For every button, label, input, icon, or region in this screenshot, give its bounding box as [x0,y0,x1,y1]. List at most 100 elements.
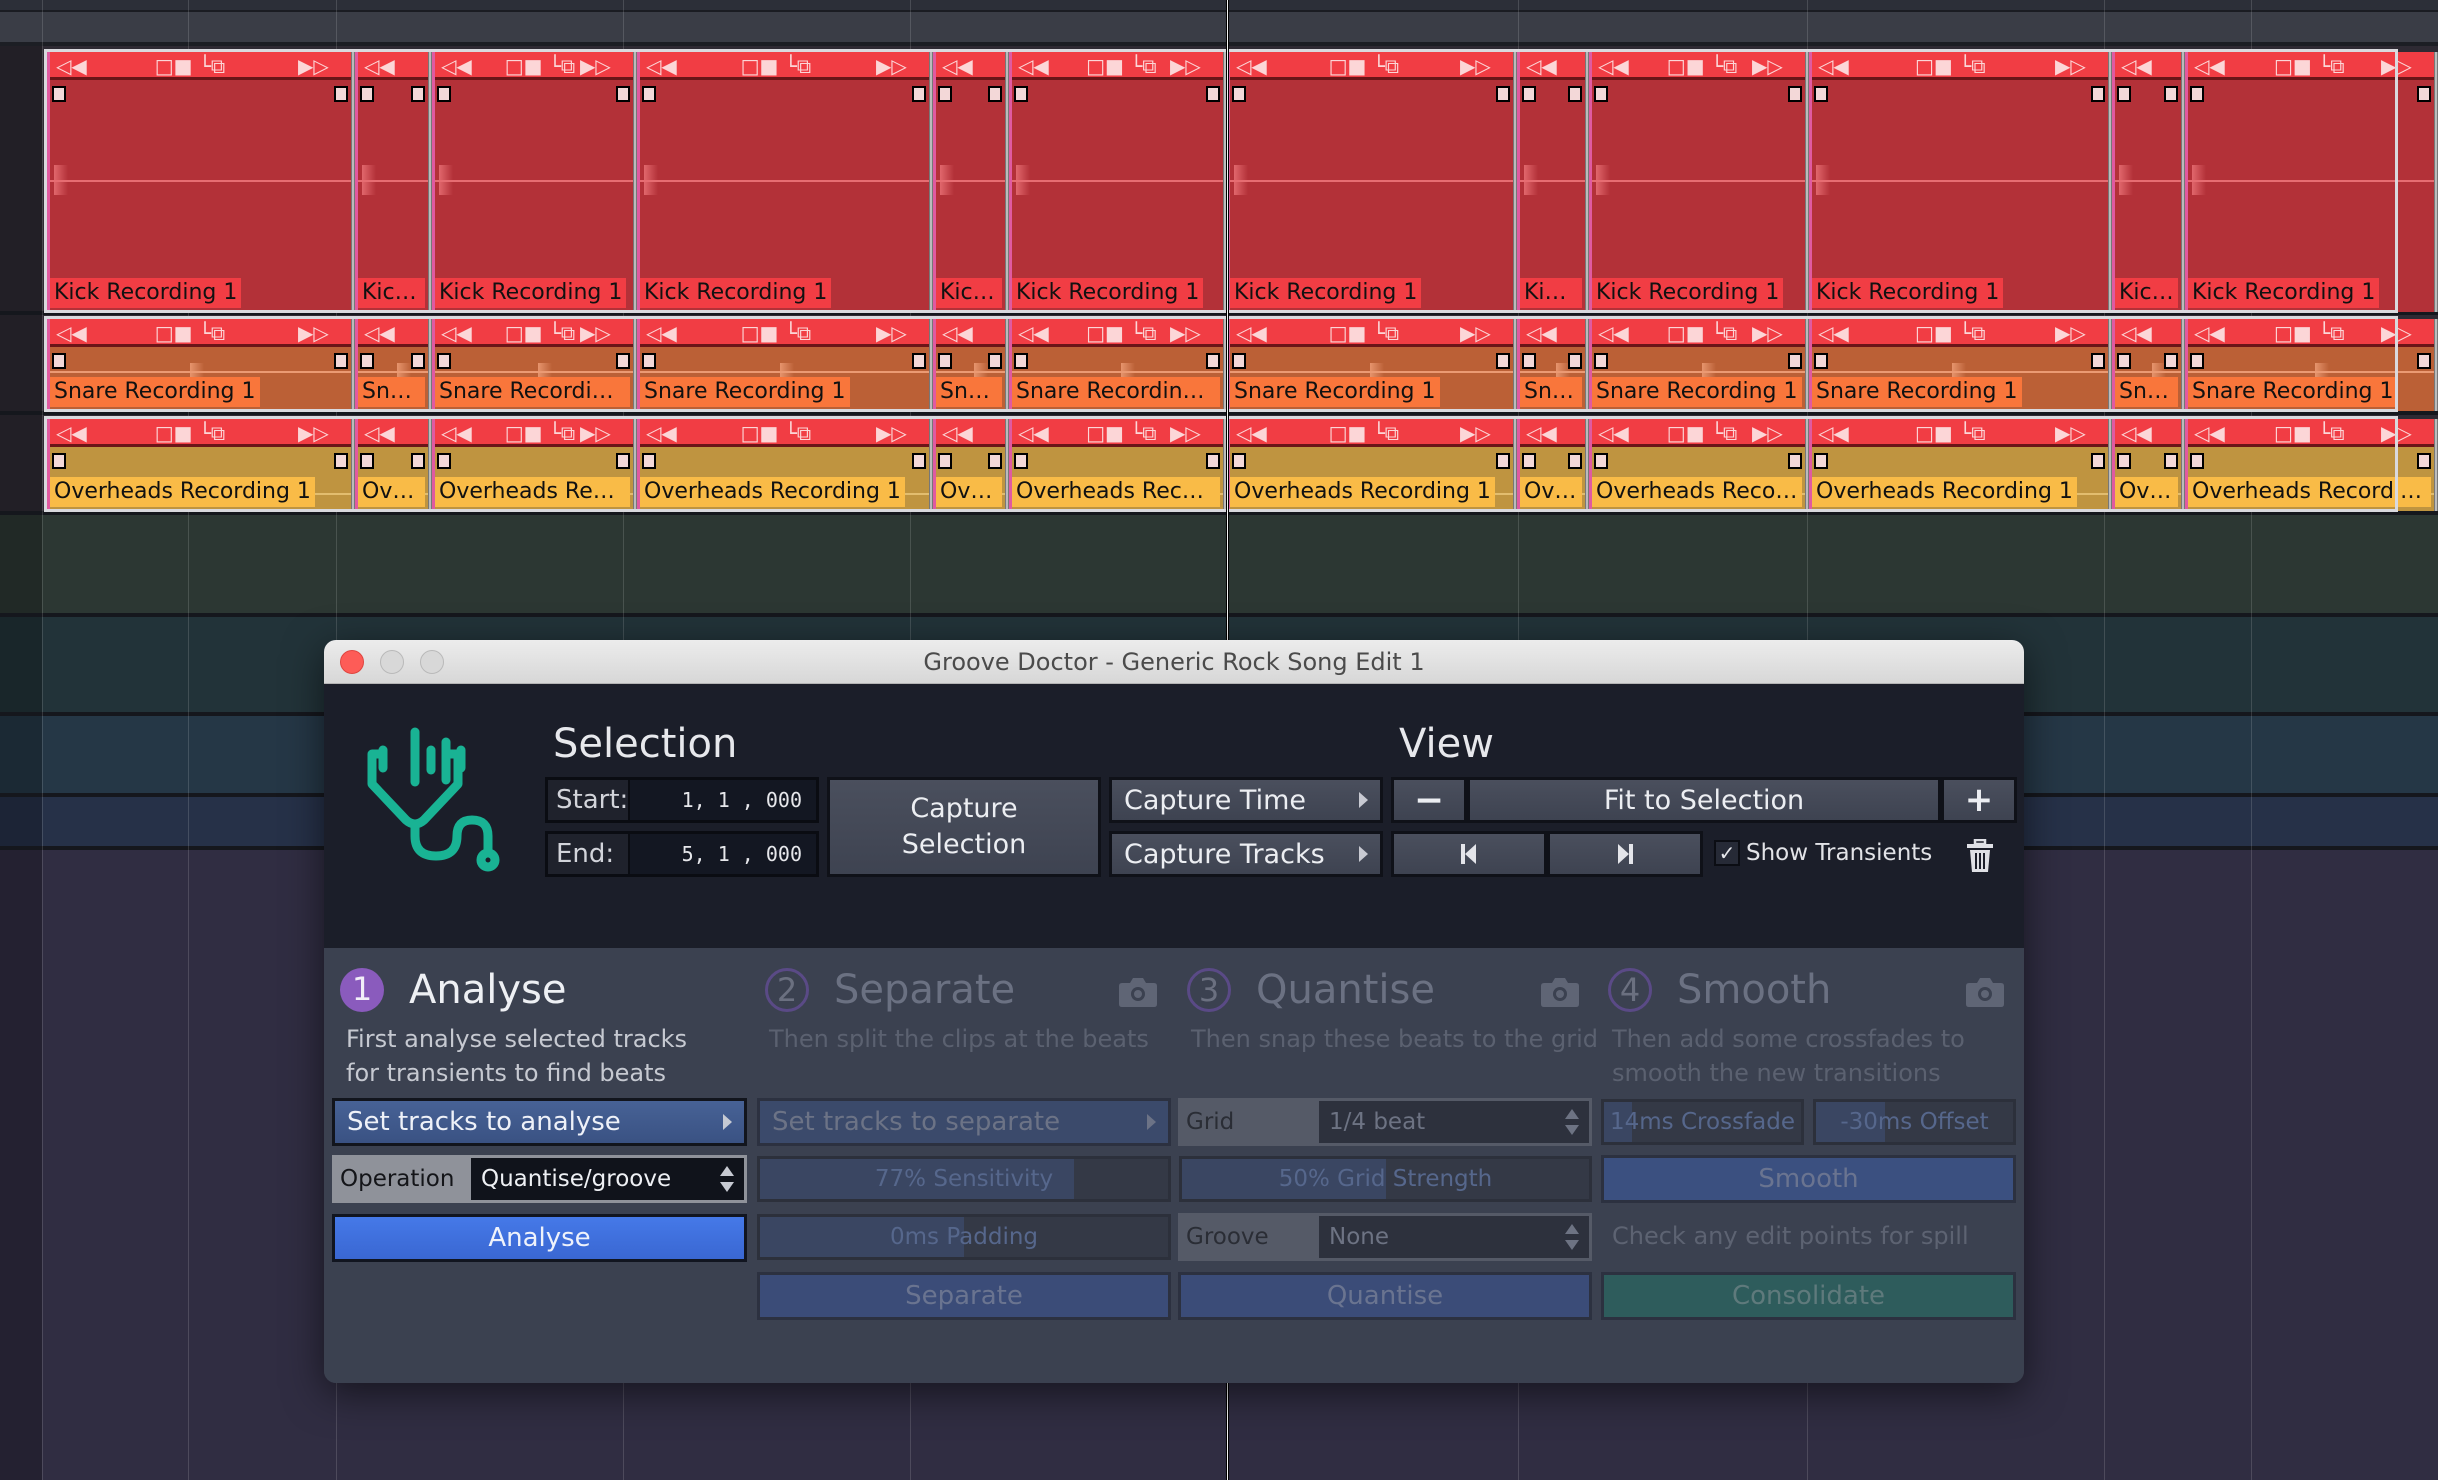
offset-slider[interactable]: -30ms Offset [1813,1099,2016,1145]
fade-in-handle[interactable] [1232,453,1246,469]
clip-tools-icon[interactable]: □■ └⧉ [1086,56,1156,76]
nudge-left-icon[interactable]: ◁◀ [1236,323,1267,343]
clip-edge[interactable] [2434,52,2438,312]
clip-overheads[interactable]: ◁◀ □■ └⧉ ▶▷ Overheads Recor... [1589,419,1809,511]
clip-tools-icon[interactable]: □■ └⧉ [505,423,575,443]
clip-overheads[interactable]: ◁◀ Ove... [1517,419,1589,511]
nudge-right-icon[interactable]: ▶▷ [1460,423,1491,443]
clip-kick[interactable]: ◁◀ □■ └⧉ ▶▷ Kick Recording 1 [637,52,933,312]
clip-snare[interactable]: ◁◀ Snar... [355,319,432,411]
fade-out-handle[interactable] [1568,86,1582,102]
fade-out-handle[interactable] [1206,86,1220,102]
fit-to-selection-button[interactable]: Fit to Selection [1467,777,1941,823]
clip-tools-icon[interactable]: □■ └⧉ [2274,56,2344,76]
nudge-left-icon[interactable]: ◁◀ [2194,423,2225,443]
fade-in-handle[interactable] [1814,86,1828,102]
fade-out-handle[interactable] [2417,86,2431,102]
clip-control-bar[interactable]: ◁◀ □■ └⧉ ▶▷ [1230,319,1517,347]
nudge-left-icon[interactable]: ◁◀ [1818,323,1849,343]
nudge-right-icon[interactable]: ▶▷ [1170,423,1201,443]
fade-in-handle[interactable] [938,86,952,102]
clip-control-bar[interactable]: ◁◀ □■ └⧉ ▶▷ [1592,319,1809,347]
clip-snare[interactable]: ◁◀ □■ └⧉ ▶▷ Snare Recording 1 [1809,319,2112,411]
fade-out-handle[interactable] [411,453,425,469]
clip-overheads[interactable]: ◁◀ □■ └⧉ ▶▷ Overheads Reco... [432,419,637,511]
fade-in-handle[interactable] [2117,86,2131,102]
timeline-ruler[interactable] [0,0,2438,46]
camera-icon[interactable] [1965,976,2005,1008]
capture-time-button[interactable]: Capture Time [1109,777,1383,823]
clip-kick[interactable]: ◁◀ Kick ... [933,52,1009,312]
clip-overheads[interactable]: ◁◀ □■ └⧉ ▶▷ Overheads Recording 1 [1227,419,1517,511]
separate-button[interactable]: Separate [757,1272,1171,1320]
clip-snare[interactable]: ◁◀ Sna... [2112,319,2185,411]
fade-out-handle[interactable] [2091,86,2105,102]
clip-control-bar[interactable]: ◁◀ □■ └⧉ ▶▷ [640,419,933,447]
clip-control-bar[interactable]: ◁◀ □■ └⧉ ▶▷ [1592,52,1809,80]
fade-in-handle[interactable] [1014,353,1028,369]
fade-in-handle[interactable] [2190,453,2204,469]
operation-select[interactable]: Quantise/groove [468,1155,747,1203]
nudge-right-icon[interactable]: ▶▷ [2055,423,2086,443]
nudge-right-icon[interactable]: ▶▷ [876,423,907,443]
nudge-left-icon[interactable]: ◁◀ [364,423,395,443]
nudge-right-icon[interactable]: ▶▷ [580,423,611,443]
fade-in-handle[interactable] [1232,86,1246,102]
fade-in-handle[interactable] [437,86,451,102]
nudge-left-icon[interactable]: ◁◀ [1598,323,1629,343]
nudge-left-icon[interactable]: ◁◀ [942,323,973,343]
fade-in-handle[interactable] [1232,353,1246,369]
fade-out-handle[interactable] [1788,453,1802,469]
track-header[interactable] [0,46,42,311]
clip-tools-icon[interactable]: □■ └⧉ [505,323,575,343]
fade-out-handle[interactable] [411,86,425,102]
fade-in-handle[interactable] [642,453,656,469]
clip-tools-icon[interactable]: □■ └⧉ [1329,423,1399,443]
clip-control-bar[interactable]: ◁◀ □■ └⧉ ▶▷ [1812,419,2112,447]
track-header[interactable] [0,415,42,511]
clip-control-bar[interactable]: ◁◀ [936,319,1009,347]
clip-control-bar[interactable]: ◁◀ □■ └⧉ ▶▷ [1812,319,2112,347]
fade-out-handle[interactable] [1568,453,1582,469]
nudge-right-icon[interactable]: ▶▷ [2381,323,2412,343]
nudge-left-icon[interactable]: ◁◀ [1526,423,1557,443]
nudge-left-icon[interactable]: ◁◀ [1018,423,1049,443]
nudge-left-icon[interactable]: ◁◀ [2121,323,2152,343]
clip-snare[interactable]: ◁◀ □■ └⧉ ▶▷ Snare Recording 1 [47,319,355,411]
operation-combo[interactable]: Operation Quantise/groove [332,1155,747,1203]
nudge-left-icon[interactable]: ◁◀ [646,56,677,76]
fade-in-handle[interactable] [360,86,374,102]
clip-tools-icon[interactable]: □■ └⧉ [1667,423,1737,443]
nudge-right-icon[interactable]: ▶▷ [580,323,611,343]
smooth-button[interactable]: Smooth [1601,1155,2016,1203]
clip-control-bar[interactable]: ◁◀ [2115,52,2185,80]
clip-overheads[interactable]: ◁◀ Ove... [355,419,432,511]
grid-select[interactable]: 1/4 beat [1316,1098,1592,1146]
clip-control-bar[interactable]: ◁◀ [936,419,1009,447]
clip-control-bar[interactable]: ◁◀ □■ └⧉ ▶▷ [1812,52,2112,80]
zoom-out-button[interactable]: − [1391,777,1467,823]
fade-in-handle[interactable] [2190,353,2204,369]
nudge-left-icon[interactable]: ◁◀ [364,323,395,343]
clip-snare[interactable]: ◁◀ Snar... [933,319,1009,411]
fade-in-handle[interactable] [1014,453,1028,469]
clip-control-bar[interactable]: ◁◀ □■ └⧉ ▶▷ [50,419,355,447]
clip-tools-icon[interactable]: □■ └⧉ [2274,323,2344,343]
nudge-right-icon[interactable]: ▶▷ [298,56,329,76]
nudge-left-icon[interactable]: ◁◀ [441,423,472,443]
clip-kick[interactable]: ◁◀ □■ └⧉ ▶▷ Kick Recording 1 [1589,52,1809,312]
clip-snare[interactable]: ◁◀ □■ └⧉ ▶▷ Snare Recording 1 [637,319,933,411]
fade-out-handle[interactable] [1496,353,1510,369]
fade-out-handle[interactable] [1206,453,1220,469]
fade-in-handle[interactable] [2190,86,2204,102]
nudge-left-icon[interactable]: ◁◀ [1818,56,1849,76]
fade-out-handle[interactable] [2417,353,2431,369]
fade-in-handle[interactable] [1522,353,1536,369]
nudge-right-icon[interactable]: ▶▷ [1170,56,1201,76]
nudge-right-icon[interactable]: ▶▷ [1460,323,1491,343]
end-field[interactable]: End: 5, 1 , 000 [545,831,819,877]
sensitivity-slider[interactable]: 77% Sensitivity [757,1156,1171,1202]
clip-control-bar[interactable]: ◁◀ [358,419,432,447]
fade-out-handle[interactable] [334,353,348,369]
fade-out-handle[interactable] [1206,353,1220,369]
